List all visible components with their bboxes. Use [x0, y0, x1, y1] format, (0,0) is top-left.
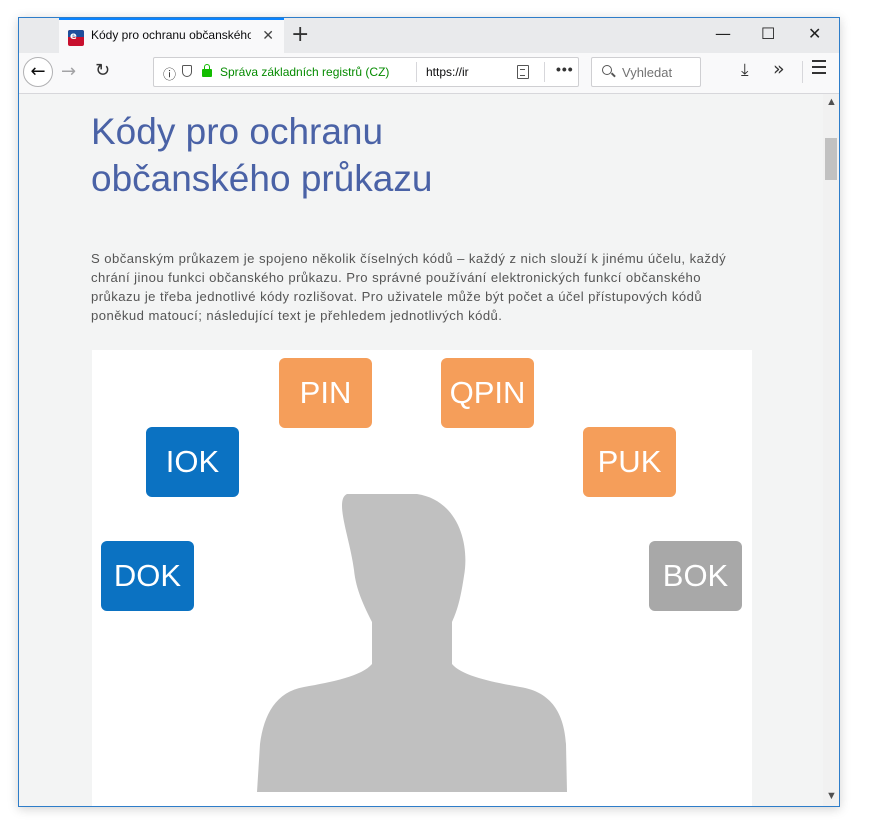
maximize-button[interactable]: ☐	[761, 24, 775, 43]
url-bar[interactable]: ⓘ Správa základních registrů (CZ) https:…	[153, 57, 579, 87]
back-button[interactable]: ←	[23, 57, 53, 87]
iok-code-box: IOK	[146, 427, 239, 497]
scrollbar-thumb[interactable]	[825, 138, 837, 180]
toolbar-separator	[802, 61, 803, 83]
search-icon	[602, 65, 612, 75]
reload-button[interactable]: ↻	[95, 60, 110, 81]
tab-active[interactable]: e Kódy pro ochranu občanského průkazu ✕	[59, 18, 284, 53]
dok-code-box: DOK	[101, 541, 194, 611]
browser-window: e Kódy pro ochranu občanského průkazu ✕ …	[18, 17, 840, 807]
close-window-button[interactable]: ✕	[808, 24, 821, 43]
bok-code-box: BOK	[649, 541, 742, 611]
page-title: Kódy pro ochranu občanského průkazu	[91, 111, 433, 199]
reader-view-icon[interactable]	[517, 65, 529, 79]
url-separator-2	[544, 62, 545, 82]
scroll-down-arrow-icon[interactable]: ▼	[826, 790, 837, 802]
search-input[interactable]: Vyhledat	[591, 57, 701, 87]
tracking-shield-icon[interactable]	[182, 65, 192, 77]
scroll-up-arrow-icon[interactable]: ▲	[826, 96, 837, 108]
url-separator	[416, 62, 417, 82]
vertical-scrollbar[interactable]: ▲ ▼	[823, 94, 839, 806]
download-icon[interactable]: ⤓	[741, 60, 749, 80]
navigation-toolbar: ← → ↻ ⓘ Správa základních registrů (CZ) …	[19, 53, 839, 94]
toolbar-overflow-icon[interactable]: »	[773, 58, 785, 80]
site-favicon-icon: e	[68, 30, 84, 46]
codes-illustration: PIN QPIN IOK PUK DOK BOK	[92, 350, 752, 806]
tab-title: Kódy pro ochranu občanského průkazu	[91, 28, 251, 42]
new-tab-button[interactable]: +	[291, 22, 309, 47]
page-viewport: Kódy pro ochranu občanského průkazu S ob…	[19, 94, 823, 806]
site-identity-label[interactable]: Správa základních registrů (CZ)	[220, 65, 389, 79]
info-icon[interactable]: ⓘ	[163, 64, 176, 83]
search-placeholder: Vyhledat	[622, 65, 673, 80]
forward-button[interactable]: →	[61, 61, 76, 82]
page-actions-button[interactable]: •••	[556, 61, 574, 77]
hamburger-menu-icon[interactable]	[812, 60, 826, 74]
tab-bar: e Kódy pro ochranu občanského průkazu ✕ …	[19, 18, 839, 53]
url-text[interactable]: https://ir	[426, 65, 469, 79]
minimize-button[interactable]: —	[715, 24, 731, 43]
puk-code-box: PUK	[583, 427, 676, 497]
pin-code-box: PIN	[279, 358, 372, 428]
intro-paragraph: S občanským průkazem je spojeno několik …	[91, 251, 727, 323]
tab-close-icon[interactable]: ✕	[262, 27, 274, 44]
lock-icon[interactable]	[202, 64, 212, 77]
qpin-code-box: QPIN	[441, 358, 534, 428]
person-silhouette-icon	[257, 494, 567, 792]
